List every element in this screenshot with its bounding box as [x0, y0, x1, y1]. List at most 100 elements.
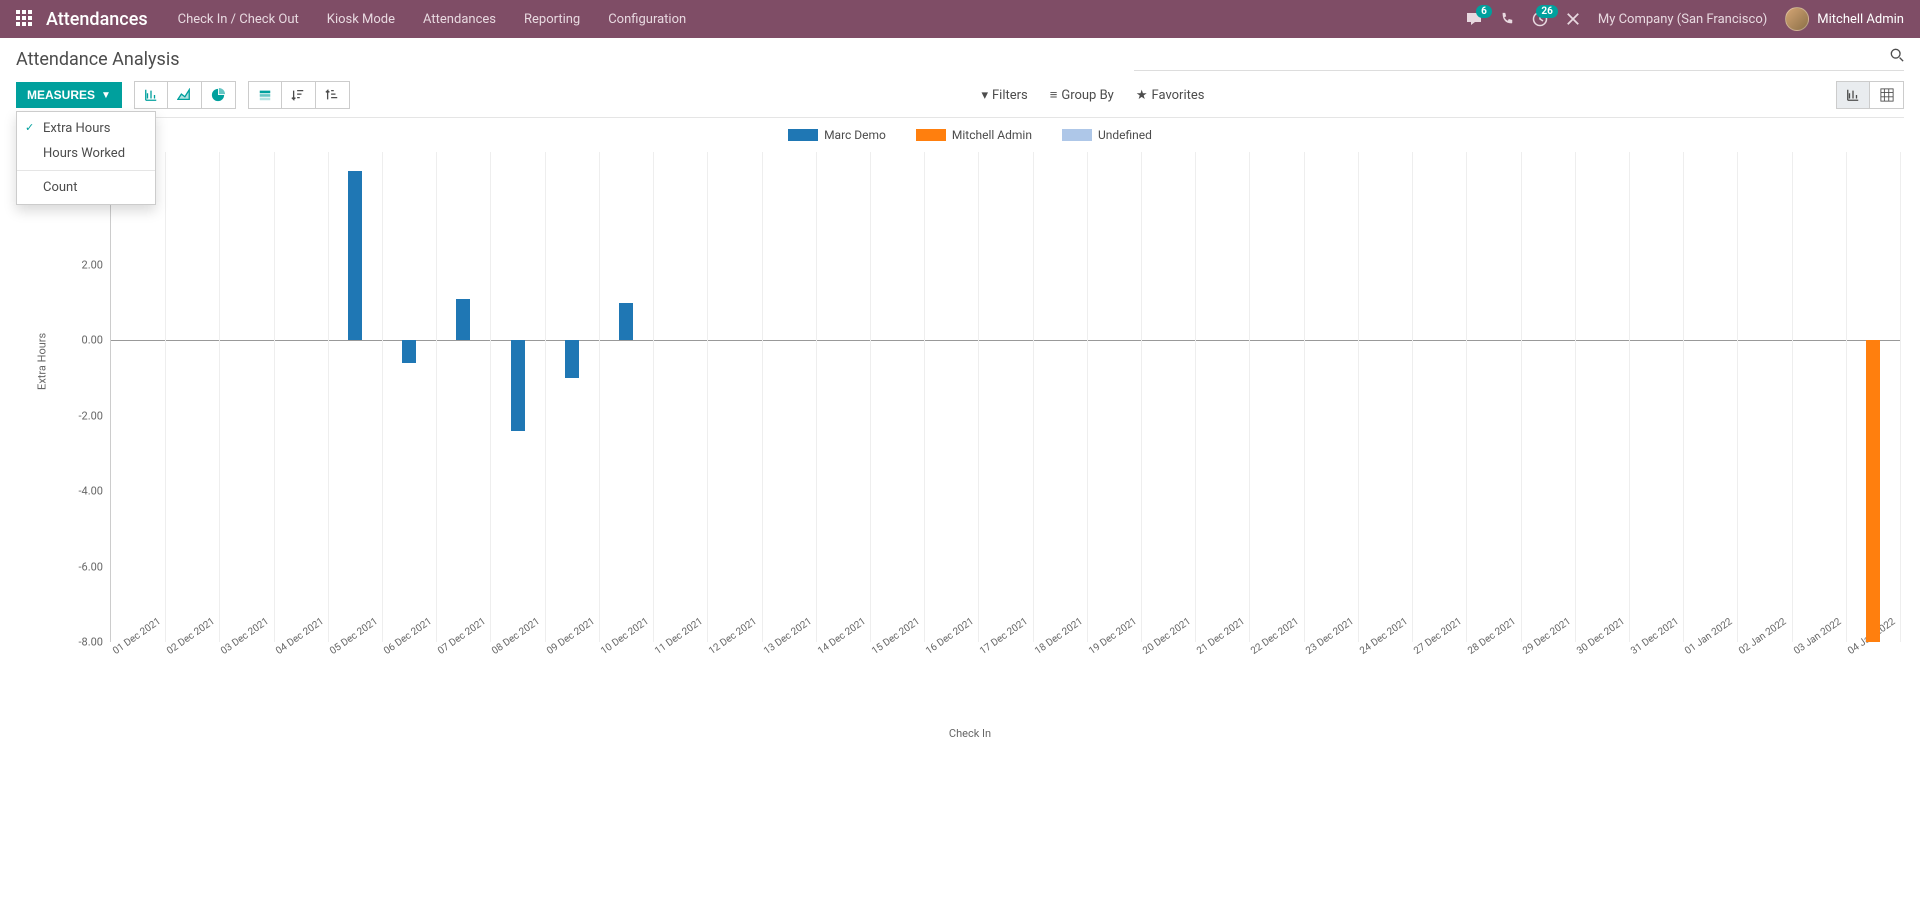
- x-tick: 11 Dec 2021: [653, 616, 705, 657]
- chart-bar[interactable]: [619, 303, 633, 341]
- chart-bar[interactable]: [1866, 340, 1880, 642]
- favorites-button[interactable]: ★Favorites: [1136, 87, 1205, 103]
- bar-chart-button[interactable]: [134, 81, 168, 109]
- grid-line: [1304, 152, 1305, 642]
- x-tick: 04 Dec 2021: [274, 616, 326, 657]
- grid-line: [707, 152, 708, 642]
- search-icon[interactable]: [1890, 48, 1904, 66]
- x-tick: 06 Dec 2021: [382, 616, 434, 657]
- chart-bar[interactable]: [456, 299, 470, 340]
- user-name: Mitchell Admin: [1817, 12, 1904, 27]
- grid-line: [1412, 152, 1413, 642]
- x-tick: 27 Dec 2021: [1412, 616, 1464, 657]
- dropdown-divider: [17, 170, 155, 171]
- y-tick: 2.00: [82, 259, 111, 272]
- phone-icon[interactable]: [1500, 12, 1514, 26]
- x-tick: 02 Jan 2022: [1737, 616, 1789, 657]
- grid-line: [382, 152, 383, 642]
- x-tick: 16 Dec 2021: [924, 616, 976, 657]
- x-tick: 07 Dec 2021: [436, 616, 488, 657]
- measure-hours-worked[interactable]: Hours Worked: [17, 141, 155, 166]
- chart-bar[interactable]: [565, 340, 579, 378]
- nav-checkin[interactable]: Check In / Check Out: [178, 12, 299, 27]
- chart-area: Extra Hours -8.00-6.00-4.00-2.000.002.00…: [70, 152, 1900, 672]
- caret-down-icon: ▼: [101, 90, 111, 101]
- line-chart-button[interactable]: [168, 81, 202, 109]
- grid-line: [599, 152, 600, 642]
- legend-swatch: [788, 129, 818, 141]
- debug-icon[interactable]: [1566, 12, 1580, 26]
- apps-icon[interactable]: [16, 10, 34, 28]
- grid-line: [1629, 152, 1630, 642]
- filters-button[interactable]: ▾Filters: [981, 87, 1027, 103]
- activities-icon[interactable]: 26: [1532, 11, 1548, 27]
- grid-line: [1683, 152, 1684, 642]
- sort-asc-button[interactable]: [316, 81, 350, 109]
- y-tick: -2.00: [79, 409, 112, 422]
- nav-right: 6 26 My Company (San Francisco) Mitchell…: [1466, 7, 1904, 31]
- zero-line: [111, 340, 1900, 341]
- x-tick: 01 Jan 2022: [1683, 616, 1735, 657]
- x-tick: 03 Dec 2021: [219, 616, 271, 657]
- groupby-button[interactable]: ≡Group By: [1050, 87, 1114, 103]
- graph-view-button[interactable]: [1836, 81, 1870, 109]
- messages-icon[interactable]: 6: [1466, 11, 1482, 27]
- user-menu[interactable]: Mitchell Admin: [1785, 7, 1904, 31]
- chart-bar[interactable]: [402, 340, 416, 363]
- chart-bar[interactable]: [511, 340, 525, 430]
- measure-extra-hours[interactable]: Extra Hours: [17, 116, 155, 141]
- measures-button[interactable]: MEASURES ▼: [16, 82, 122, 108]
- x-tick: 13 Dec 2021: [762, 616, 814, 657]
- nav-attendances[interactable]: Attendances: [423, 12, 496, 27]
- grid-line: [1087, 152, 1088, 642]
- y-tick: -4.00: [79, 485, 112, 498]
- y-axis-label: Extra Hours: [36, 333, 49, 390]
- legend-item[interactable]: Mitchell Admin: [916, 128, 1032, 142]
- x-tick: 21 Dec 2021: [1195, 616, 1247, 657]
- pivot-view-button[interactable]: [1870, 81, 1904, 109]
- x-tick: 14 Dec 2021: [816, 616, 868, 657]
- company-selector[interactable]: My Company (San Francisco): [1598, 12, 1767, 27]
- stack-sort-group: [248, 81, 350, 109]
- x-tick: 05 Dec 2021: [328, 616, 380, 657]
- grid-line: [1521, 152, 1522, 642]
- nav-reporting[interactable]: Reporting: [524, 12, 580, 27]
- legend-item[interactable]: Undefined: [1062, 128, 1152, 142]
- x-tick: 15 Dec 2021: [870, 616, 922, 657]
- chart-bar[interactable]: [348, 171, 362, 341]
- grid-line: [1249, 152, 1250, 642]
- measure-count[interactable]: Count: [17, 175, 155, 200]
- x-tick: 29 Dec 2021: [1521, 616, 1573, 657]
- grid-line: [1575, 152, 1576, 642]
- grid-line: [274, 152, 275, 642]
- grid-line: [328, 152, 329, 642]
- grid-line: [219, 152, 220, 642]
- x-tick: 28 Dec 2021: [1466, 616, 1518, 657]
- search-area[interactable]: [1134, 48, 1904, 71]
- x-tick: 08 Dec 2021: [490, 616, 542, 657]
- control-panel: Attendance Analysis MEASURES ▼ Extra Hou…: [0, 38, 1920, 118]
- grid-line: [1358, 152, 1359, 642]
- grid-line: [545, 152, 546, 642]
- x-tick: 03 Jan 2022: [1792, 616, 1844, 657]
- main-navbar: Attendances Check In / Check Out Kiosk M…: [0, 0, 1920, 38]
- groupby-icon: ≡: [1050, 87, 1058, 103]
- nav-kiosk[interactable]: Kiosk Mode: [327, 12, 395, 27]
- grid-line: [1033, 152, 1034, 642]
- x-tick: 09 Dec 2021: [545, 616, 597, 657]
- legend-swatch: [916, 129, 946, 141]
- app-title[interactable]: Attendances: [46, 9, 148, 30]
- legend-item[interactable]: Marc Demo: [788, 128, 886, 142]
- grid-line: [978, 152, 979, 642]
- nav-menu: Check In / Check Out Kiosk Mode Attendan…: [178, 12, 1466, 27]
- x-tick: 23 Dec 2021: [1304, 616, 1356, 657]
- star-icon: ★: [1136, 88, 1148, 103]
- stacked-button[interactable]: [248, 81, 282, 109]
- sort-desc-button[interactable]: [282, 81, 316, 109]
- page-title: Attendance Analysis: [16, 49, 180, 70]
- nav-configuration[interactable]: Configuration: [608, 12, 686, 27]
- grid-line: [1195, 152, 1196, 642]
- y-tick: -8.00: [79, 636, 112, 649]
- pie-chart-button[interactable]: [202, 81, 236, 109]
- activities-badge: 26: [1536, 5, 1557, 18]
